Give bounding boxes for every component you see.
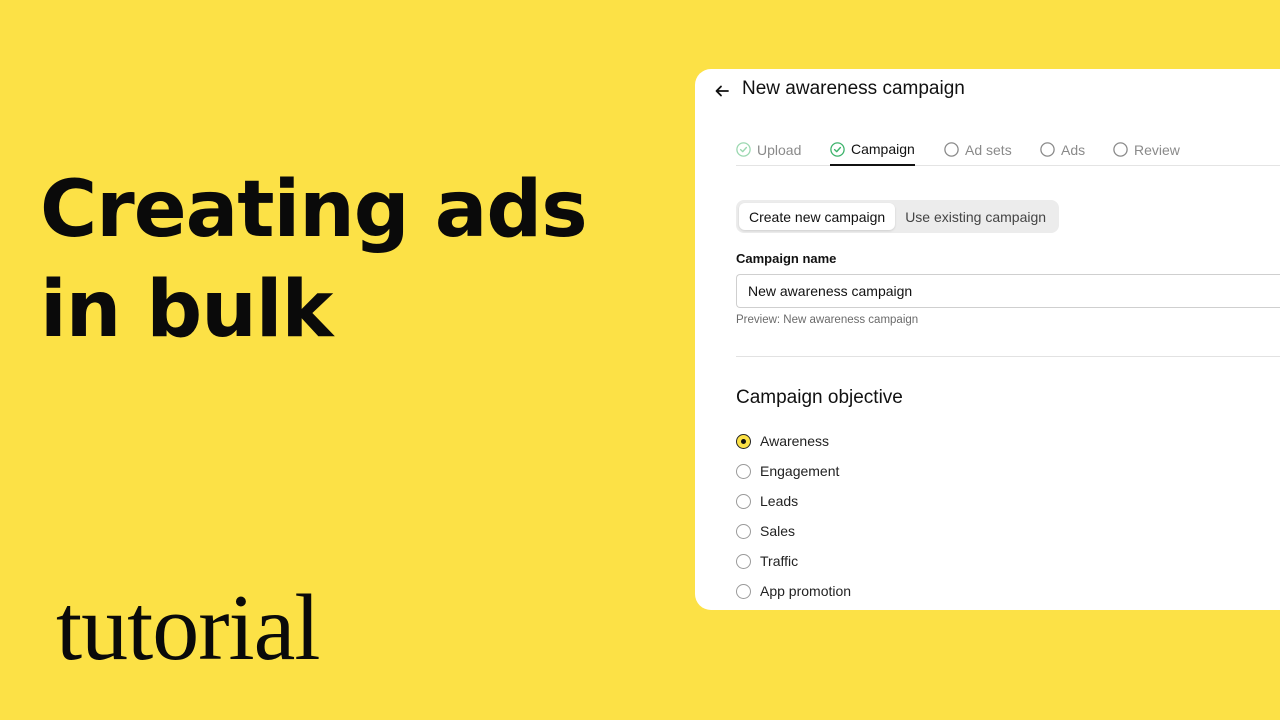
- campaign-name-preview: Preview: New awareness campaign: [736, 314, 919, 326]
- hero-title-line-1: Creating ads: [40, 165, 588, 255]
- objective-option-label: Leads: [760, 493, 799, 509]
- radio-icon: [736, 523, 751, 539]
- campaign-mode-toggle: Create new campaign Use existing campaig…: [736, 200, 1060, 233]
- campaign-name-input[interactable]: [736, 274, 1280, 308]
- objective-option-awareness[interactable]: Awareness: [736, 426, 851, 456]
- check-circle-icon: [736, 142, 751, 157]
- radio-icon: [736, 463, 751, 479]
- divider: [736, 356, 1280, 357]
- create-new-campaign-option[interactable]: Create new campaign: [739, 203, 896, 230]
- step-label: Upload: [757, 141, 802, 158]
- arrow-left-icon[interactable]: [712, 81, 732, 101]
- objective-option-label: App promotion: [760, 583, 852, 599]
- radio-icon: [736, 583, 751, 599]
- campaign-objective-heading: Campaign objective: [736, 387, 903, 408]
- objective-option-sales[interactable]: Sales: [736, 516, 851, 546]
- step-ad-sets[interactable]: Ad sets: [944, 134, 1012, 165]
- step-campaign[interactable]: Campaign: [830, 134, 915, 166]
- page-title: New awareness campaign: [742, 78, 965, 99]
- radio-icon: [736, 493, 751, 509]
- circle-icon: [1040, 142, 1055, 157]
- use-existing-campaign-option[interactable]: Use existing campaign: [895, 203, 1056, 230]
- radio-selected-icon: [736, 433, 751, 449]
- check-circle-icon: [830, 141, 845, 157]
- hero-title: Creating ads in bulk: [40, 160, 588, 360]
- step-review[interactable]: Review: [1113, 134, 1180, 165]
- hero-subtitle: tutorial: [56, 576, 320, 680]
- radio-icon: [736, 553, 751, 569]
- objective-option-label: Engagement: [760, 463, 840, 479]
- circle-icon: [944, 142, 959, 157]
- objective-option-engagement[interactable]: Engagement: [736, 456, 851, 486]
- objective-option-label: Traffic: [760, 553, 799, 569]
- step-label: Ad sets: [965, 141, 1012, 158]
- objective-option-app-promotion[interactable]: App promotion: [736, 576, 851, 606]
- hero-title-line-2: in bulk: [40, 265, 333, 355]
- campaign-name-label: Campaign name: [736, 251, 837, 266]
- objective-option-label: Sales: [760, 523, 796, 539]
- step-ads[interactable]: Ads: [1040, 134, 1085, 165]
- objective-option-traffic[interactable]: Traffic: [736, 546, 851, 576]
- step-label: Ads: [1061, 141, 1086, 158]
- step-upload[interactable]: Upload: [736, 134, 801, 165]
- step-label: Review: [1134, 141, 1180, 158]
- campaign-objective-options: Awareness Engagement Leads Sales Traffic…: [736, 426, 851, 606]
- objective-option-leads[interactable]: Leads: [736, 486, 851, 516]
- campaign-panel: New awareness campaign Upload Campaign A…: [695, 69, 1280, 610]
- stepper: Upload Campaign Ad sets Ads Review: [736, 134, 1280, 166]
- circle-icon: [1113, 142, 1128, 157]
- step-label: Campaign: [851, 141, 915, 157]
- objective-option-label: Awareness: [760, 433, 830, 449]
